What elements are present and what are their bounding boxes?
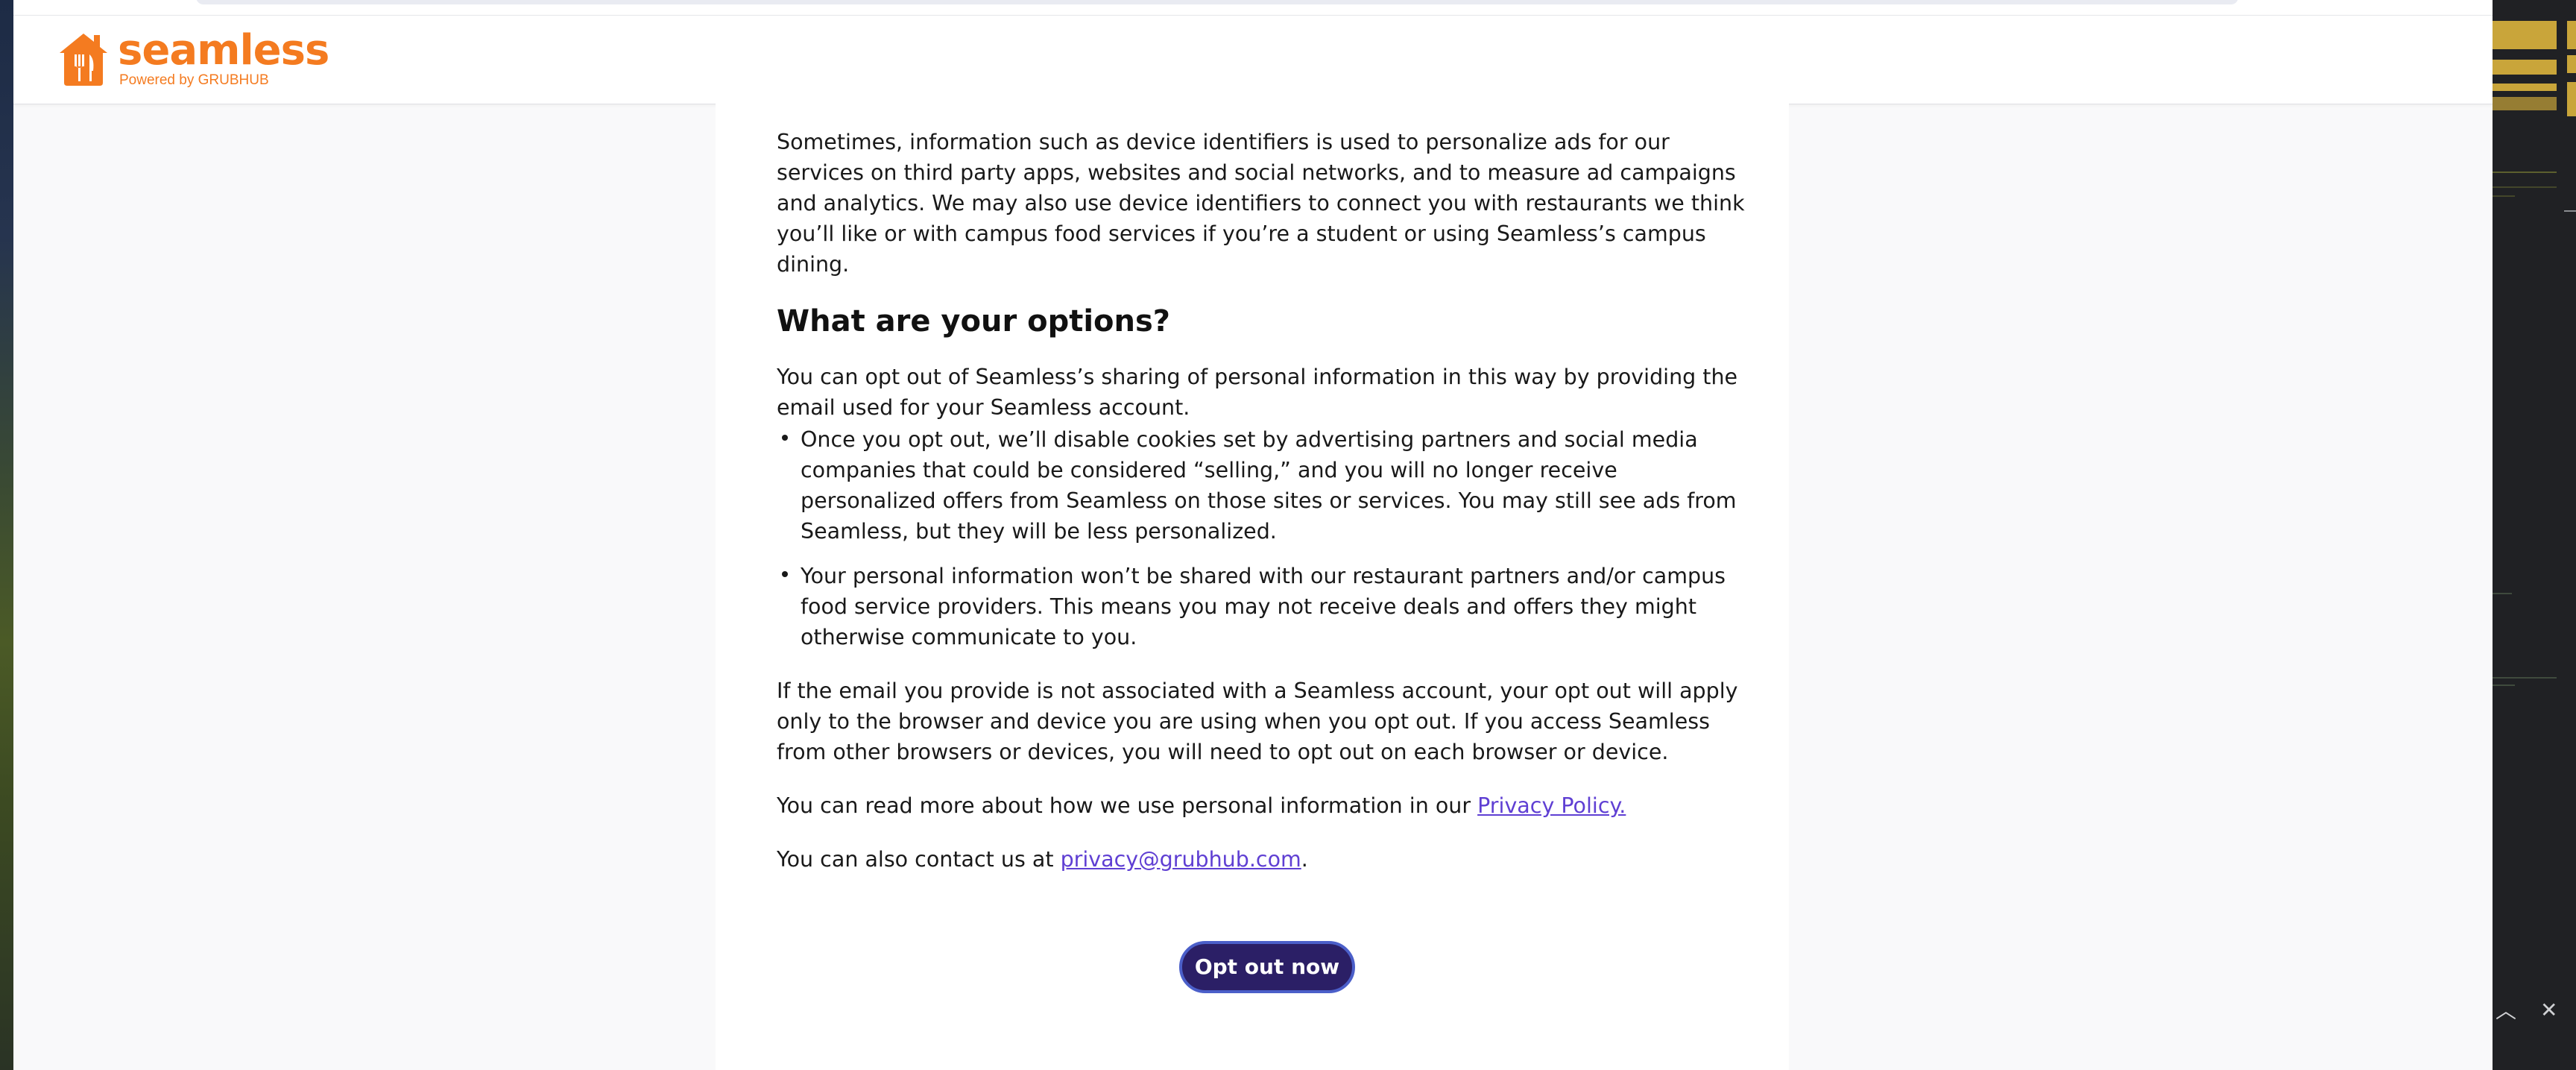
panel-line bbox=[2493, 593, 2512, 594]
logo-tagline: Powered by GRUBHUB bbox=[119, 72, 269, 88]
list-item: Your personal information won’t be share… bbox=[777, 561, 1746, 652]
privacy-text: You can read more about how we use perso… bbox=[777, 793, 1478, 818]
opt-out-effects-list: Once you opt out, we’ll disable cookies … bbox=[777, 424, 1746, 652]
list-item-text: Once you opt out, we’ll disable cookies … bbox=[801, 427, 1737, 544]
browser-toolbar-edge bbox=[13, 0, 2493, 15]
contact-period: . bbox=[1301, 847, 1308, 872]
panel-highlight bbox=[2493, 21, 2557, 49]
panel-line bbox=[2493, 195, 2515, 197]
paragraph-opt-out-intro: You can opt out of Seamless’s sharing of… bbox=[777, 365, 1738, 420]
site-header: seamless Powered by GRUBHUB bbox=[13, 15, 2493, 104]
paragraph-privacy-policy: You can read more about how we use perso… bbox=[777, 790, 1746, 821]
paragraph-contact: You can also contact us at privacy@grubh… bbox=[777, 844, 1746, 875]
panel-highlight bbox=[2493, 84, 2557, 91]
address-bar[interactable] bbox=[196, 0, 2238, 4]
bullet-icon bbox=[782, 435, 788, 441]
list-item-text: Your personal information won’t be share… bbox=[801, 564, 1726, 649]
seamless-logo[interactable]: seamless Powered by GRUBHUB bbox=[57, 29, 329, 89]
panel-highlight bbox=[2567, 55, 2576, 73]
section-heading: What are your options? bbox=[777, 304, 1171, 339]
close-icon[interactable]: ✕ bbox=[2540, 1000, 2557, 1021]
list-item: Once you opt out, we’ll disable cookies … bbox=[777, 424, 1746, 547]
bullet-icon bbox=[782, 571, 788, 577]
privacy-policy-link[interactable]: Privacy Policy. bbox=[1477, 793, 1626, 818]
desktop-wallpaper-strip bbox=[0, 0, 13, 1070]
logo-wordmark: seamless bbox=[118, 26, 329, 75]
panel-highlight bbox=[2493, 60, 2557, 75]
panel-highlight bbox=[2567, 82, 2576, 116]
panel-line bbox=[2493, 685, 2515, 686]
browser-viewport[interactable]: seamless Powered by GRUBHUB Sometimes, i… bbox=[13, 0, 2493, 1070]
seamless-house-icon bbox=[60, 34, 107, 86]
panel-line bbox=[2564, 210, 2576, 212]
panel-line bbox=[2493, 677, 2557, 679]
content-card: Sometimes, information such as device id… bbox=[716, 103, 1789, 1070]
contact-text: You can also contact us at bbox=[777, 847, 1061, 872]
chevron-up-icon[interactable]: ︿ bbox=[2496, 1001, 2516, 1022]
panel-line bbox=[2493, 171, 2557, 173]
side-dev-panel: ︿ ✕ bbox=[2493, 0, 2576, 1070]
panel-line bbox=[2493, 186, 2557, 188]
panel-highlight bbox=[2567, 21, 2576, 49]
paragraph-email-not-associated: If the email you provide is not associat… bbox=[777, 679, 1738, 764]
article-body: Sometimes, information such as device id… bbox=[777, 127, 1746, 875]
opt-out-now-button[interactable]: Opt out now bbox=[1179, 941, 1355, 993]
panel-highlight bbox=[2493, 97, 2557, 110]
privacy-email-link[interactable]: privacy@grubhub.com bbox=[1061, 847, 1301, 872]
paragraph-device-identifiers: Sometimes, information such as device id… bbox=[777, 130, 1745, 277]
